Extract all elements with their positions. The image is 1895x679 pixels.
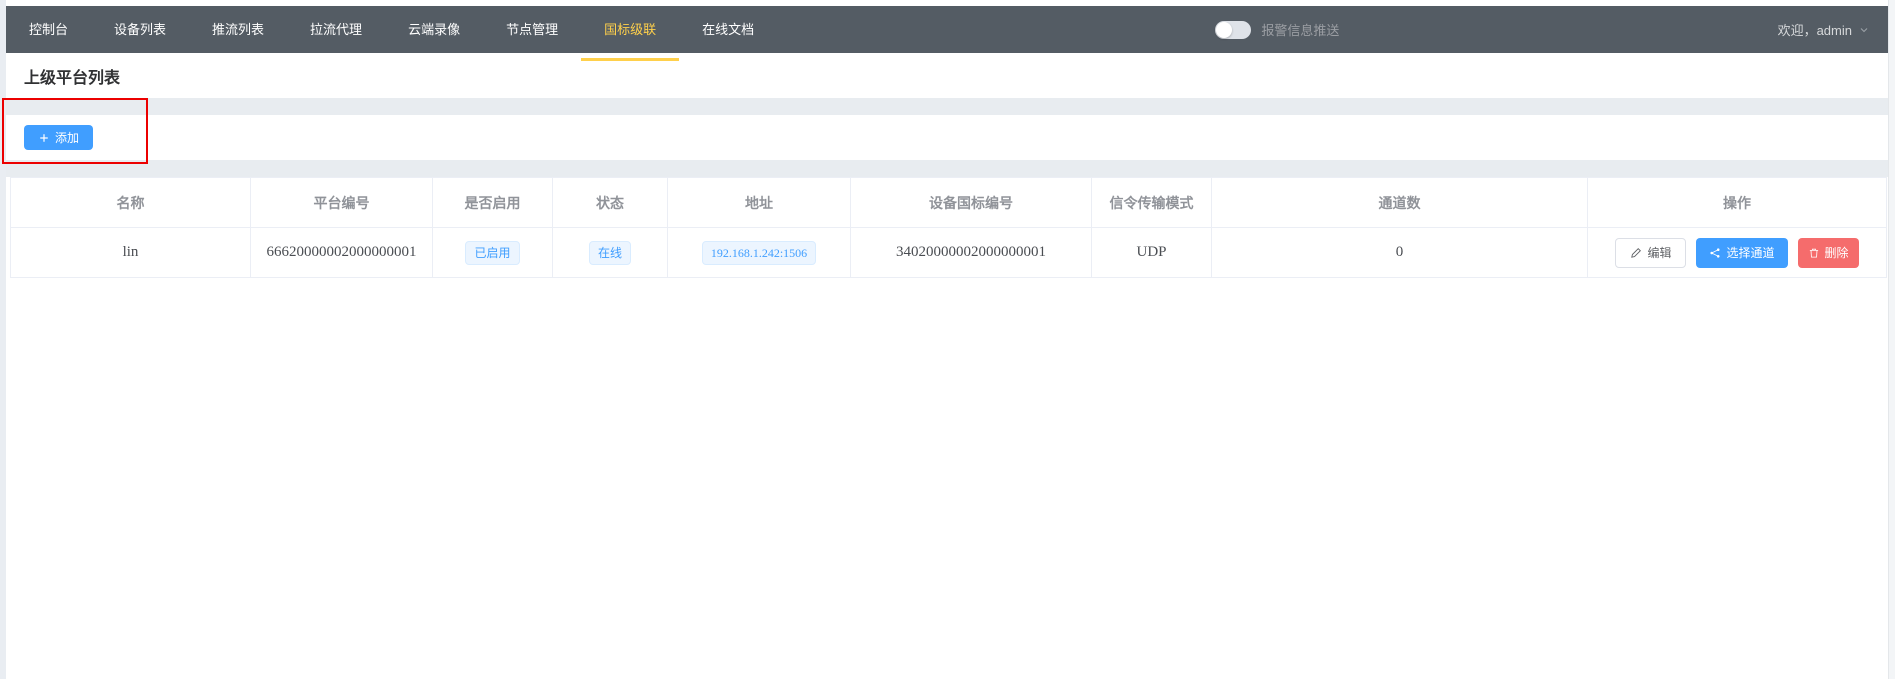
nav-item-console[interactable]: 控制台 xyxy=(6,6,91,53)
column-header-actions: 操作 xyxy=(1588,178,1887,228)
cell-actions: 编辑 选择通道 xyxy=(1588,228,1887,278)
table-row: lin 66620000002000000001 已启用 在线 192.168.… xyxy=(11,228,1887,278)
nav-item-cloud-recording[interactable]: 云端录像 xyxy=(385,6,483,53)
edit-button-label: 编辑 xyxy=(1647,244,1671,261)
nav-item-device-list[interactable]: 设备列表 xyxy=(91,6,189,53)
pencil-icon xyxy=(1630,247,1642,259)
cell-platform-id: 66620000002000000001 xyxy=(251,228,433,278)
nav-spacer xyxy=(1339,6,1777,53)
column-header-device-gb-id: 设备国标编号 xyxy=(851,178,1092,228)
platform-table: 名称 平台编号 是否启用 状态 地址 设备国标编号 信令传输模式 通道数 操作 … xyxy=(10,177,1887,278)
column-header-channel-count: 通道数 xyxy=(1212,178,1588,228)
platform-table-wrap: 名称 平台编号 是否启用 状态 地址 设备国标编号 信令传输模式 通道数 操作 … xyxy=(10,177,1884,278)
nav-spacer xyxy=(777,6,1215,53)
cell-name: lin xyxy=(11,228,251,278)
column-header-address: 地址 xyxy=(668,178,851,228)
share-icon xyxy=(1709,247,1721,259)
status-tag: 在线 xyxy=(589,241,631,265)
separator xyxy=(6,98,1888,115)
enabled-tag: 已启用 xyxy=(465,241,519,265)
delete-button-label: 删除 xyxy=(1825,244,1849,261)
column-header-status: 状态 xyxy=(553,178,668,228)
row-action-buttons: 编辑 选择通道 xyxy=(1588,238,1886,268)
cell-address: 192.168.1.242:1506 xyxy=(668,228,851,278)
select-channel-button-label: 选择通道 xyxy=(1726,244,1774,261)
scrollbar-track[interactable] xyxy=(1888,0,1895,679)
nav-item-online-docs[interactable]: 在线文档 xyxy=(679,6,777,53)
plus-icon xyxy=(38,132,50,144)
alarm-push-label: 报警信息推送 xyxy=(1261,20,1339,39)
column-header-name: 名称 xyxy=(11,178,251,228)
page-title: 上级平台列表 xyxy=(24,64,120,88)
welcome-text: 欢迎，admin xyxy=(1778,20,1852,39)
nav-item-gb-cascade-active[interactable]: 国标级联 xyxy=(581,6,679,53)
alarm-push-group: 报警信息推送 xyxy=(1215,6,1339,53)
cell-status: 在线 xyxy=(553,228,668,278)
select-channel-button[interactable]: 选择通道 xyxy=(1696,238,1787,268)
trash-icon xyxy=(1808,247,1820,259)
separator xyxy=(6,160,1888,177)
nav-item-push-stream-list[interactable]: 推流列表 xyxy=(189,6,287,53)
delete-button[interactable]: 删除 xyxy=(1798,238,1859,268)
add-button[interactable]: 添加 xyxy=(24,125,93,150)
table-header-row: 名称 平台编号 是否启用 状态 地址 设备国标编号 信令传输模式 通道数 操作 xyxy=(11,178,1887,228)
address-tag: 192.168.1.242:1506 xyxy=(702,241,816,265)
cell-enabled: 已启用 xyxy=(433,228,553,278)
cell-device-gb-id: 34020000002000000001 xyxy=(851,228,1092,278)
toolbar: 添加 xyxy=(6,115,1888,160)
cell-signal-mode: UDP xyxy=(1092,228,1212,278)
title-bar: 上级平台列表 xyxy=(6,53,1888,98)
page-content: 控制台 设备列表 推流列表 拉流代理 云端录像 节点管理 国标级联 在线文档 报… xyxy=(6,6,1888,278)
add-button-label: 添加 xyxy=(55,129,79,146)
user-menu[interactable]: 欢迎，admin xyxy=(1778,6,1888,53)
cell-channel-count: 0 xyxy=(1212,228,1588,278)
top-navbar: 控制台 设备列表 推流列表 拉流代理 云端录像 节点管理 国标级联 在线文档 报… xyxy=(6,6,1888,53)
chevron-down-icon xyxy=(1858,24,1870,36)
column-header-enabled: 是否启用 xyxy=(433,178,553,228)
toggle-knob xyxy=(1216,22,1232,38)
column-header-platform-id: 平台编号 xyxy=(251,178,433,228)
edit-button[interactable]: 编辑 xyxy=(1615,238,1686,268)
nav-item-node-management[interactable]: 节点管理 xyxy=(483,6,581,53)
column-header-signal-mode: 信令传输模式 xyxy=(1092,178,1212,228)
alarm-push-toggle[interactable] xyxy=(1215,21,1251,39)
nav-item-pull-stream-proxy[interactable]: 拉流代理 xyxy=(287,6,385,53)
